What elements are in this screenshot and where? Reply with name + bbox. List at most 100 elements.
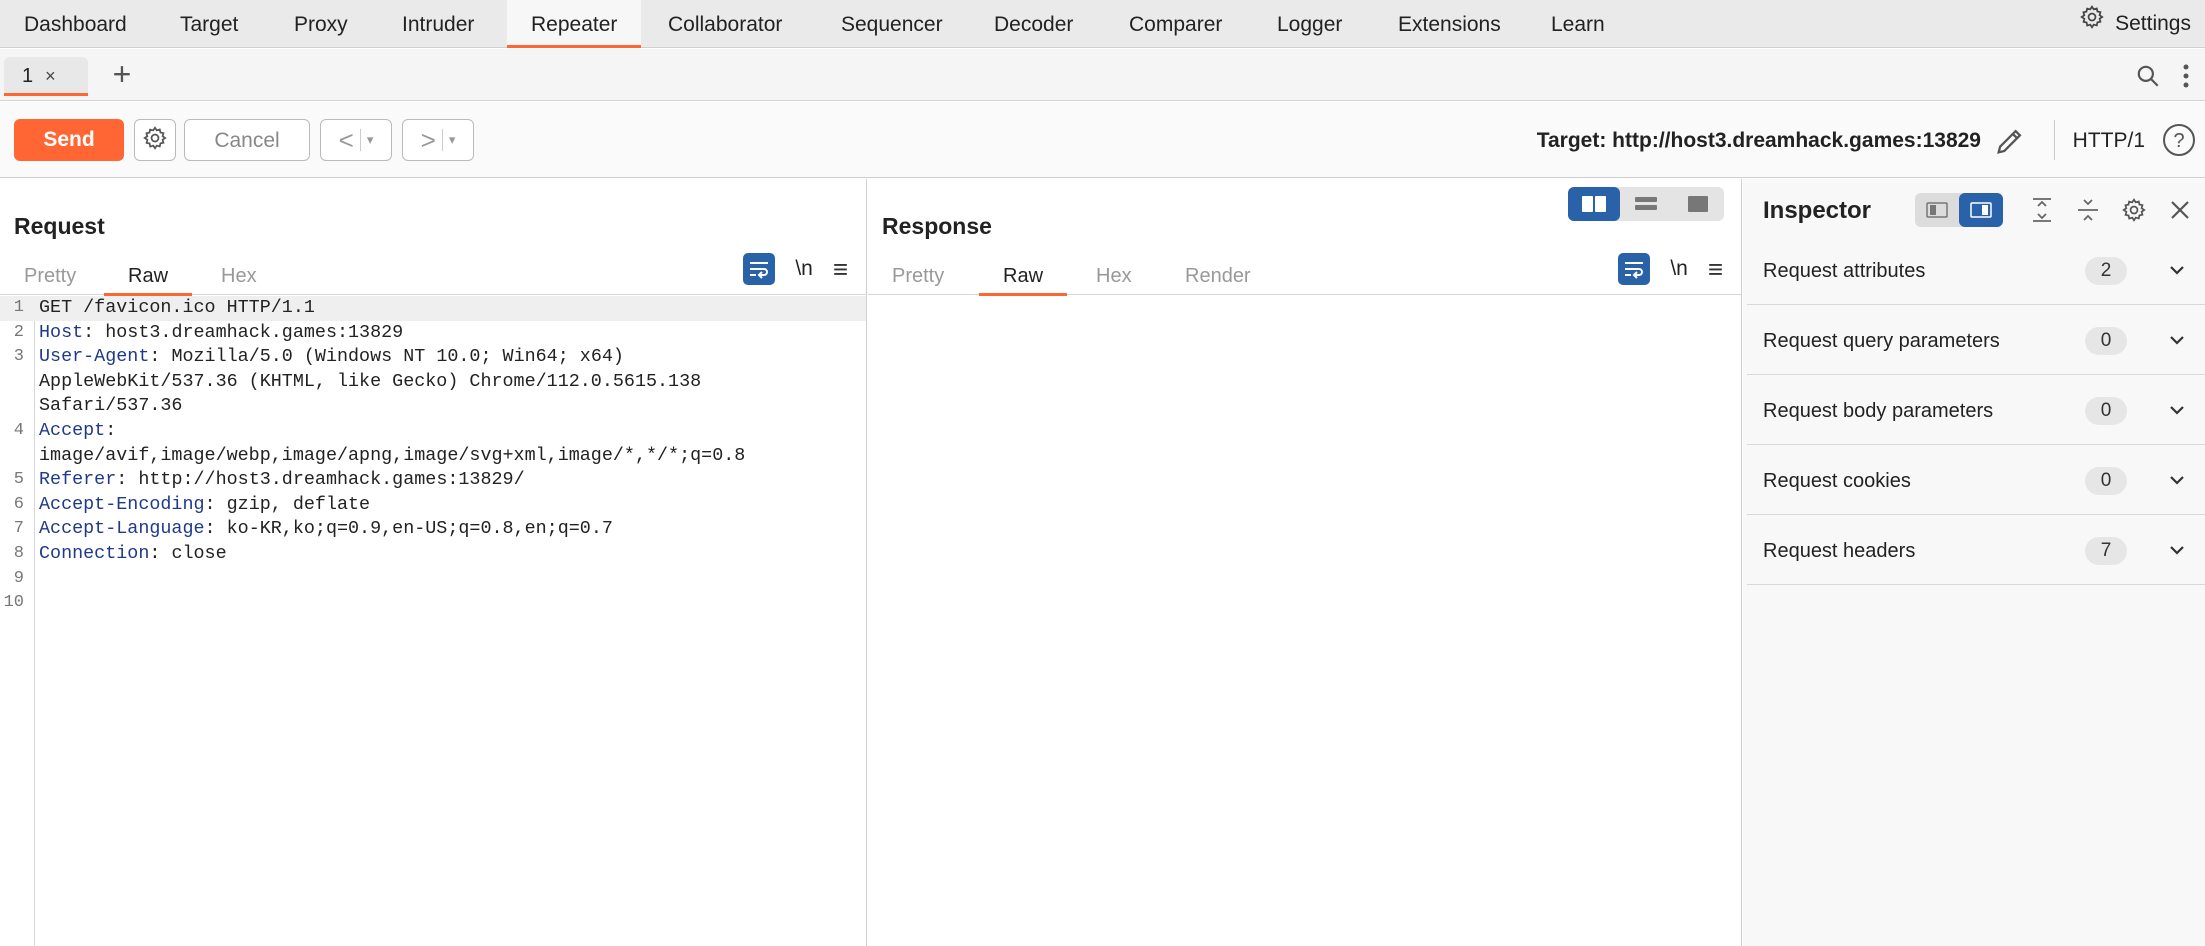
code-text: Accept: bbox=[39, 419, 116, 444]
line-number: 7 bbox=[13, 519, 24, 539]
inspector-section[interactable]: Request query parameters 0 bbox=[1747, 305, 2205, 375]
show-newlines-toggle[interactable]: \n bbox=[1670, 257, 1688, 281]
protocol-selector[interactable]: HTTP/1 bbox=[2073, 102, 2145, 178]
tab-response-render[interactable]: Render bbox=[1161, 259, 1275, 295]
add-tab-button[interactable]: + bbox=[104, 57, 140, 93]
code-line[interactable]: AppleWebKit/537.36 (KHTML, like Gecko) C… bbox=[0, 370, 866, 395]
chevron-down-icon[interactable] bbox=[2167, 470, 2187, 490]
settings-button[interactable]: Settings bbox=[2079, 0, 2191, 48]
inspector-layout-right-button[interactable] bbox=[1959, 193, 2003, 227]
more-options-icon[interactable] bbox=[2173, 59, 2199, 93]
layout-side-by-side-button[interactable] bbox=[1568, 187, 1620, 221]
nav-sequencer[interactable]: Sequencer bbox=[817, 0, 967, 48]
gear-icon[interactable] bbox=[2117, 193, 2151, 227]
chevron-down-icon[interactable] bbox=[2167, 330, 2187, 350]
code-line[interactable]: 8 Connection: close bbox=[0, 542, 866, 567]
tab-request-pretty[interactable]: Pretty bbox=[0, 259, 100, 295]
nav-intruder[interactable]: Intruder bbox=[378, 0, 498, 48]
line-number: 8 bbox=[13, 544, 24, 563]
chevron-down-icon[interactable] bbox=[2167, 400, 2187, 420]
inspector-layout-left-button[interactable] bbox=[1915, 193, 1959, 227]
inspector-section[interactable]: Request headers 7 bbox=[1747, 515, 2205, 585]
code-line[interactable]: 9 bbox=[0, 567, 866, 592]
cancel-button[interactable]: Cancel bbox=[184, 119, 310, 161]
tab-request-hex[interactable]: Hex bbox=[197, 259, 281, 295]
next-request-button[interactable]: > ▾ bbox=[402, 119, 474, 161]
request-tab-1[interactable]: 1 × bbox=[4, 57, 88, 96]
dropdown-icon[interactable]: ▾ bbox=[367, 132, 374, 148]
nav-decoder[interactable]: Decoder bbox=[970, 0, 1097, 48]
tab-response-hex[interactable]: Hex bbox=[1072, 259, 1156, 295]
response-title: Response bbox=[882, 213, 992, 239]
nav-collaborator[interactable]: Collaborator bbox=[644, 0, 806, 48]
close-icon[interactable] bbox=[2163, 193, 2197, 227]
line-number: 5 bbox=[13, 470, 24, 490]
nav-dashboard[interactable]: Dashboard bbox=[0, 0, 151, 48]
inspector-section[interactable]: Request attributes 2 bbox=[1747, 235, 2205, 305]
code-line[interactable]: 4 Accept: bbox=[0, 419, 866, 444]
expand-all-icon[interactable] bbox=[2025, 193, 2059, 227]
editor-menu-icon[interactable]: ≡ bbox=[833, 256, 848, 282]
line-number: 9 bbox=[13, 568, 24, 588]
code-line[interactable]: 5 Referer: http://host3.dreamhack.games:1… bbox=[0, 468, 866, 493]
inspector-layout-toggle bbox=[1915, 193, 2003, 227]
response-editor[interactable] bbox=[868, 296, 1741, 946]
tab-label: 1 bbox=[22, 65, 34, 87]
tab-response-raw[interactable]: Raw bbox=[979, 259, 1068, 296]
code-line[interactable]: 2 Host: host3.dreamhack.games:13829 bbox=[0, 321, 866, 346]
show-newlines-toggle[interactable]: \n bbox=[795, 257, 813, 281]
code-line[interactable]: 6 Accept-Encoding: gzip, deflate bbox=[0, 493, 866, 518]
word-wrap-toggle[interactable] bbox=[743, 253, 776, 285]
request-editor-tools: \n ≡ bbox=[743, 251, 848, 287]
line-number: 4 bbox=[13, 421, 24, 440]
response-editor-tools: \n ≡ bbox=[1618, 251, 1723, 287]
request-editor[interactable]: 1 GET /favicon.ico HTTP/1.1 2 Host: host3.d… bbox=[0, 296, 866, 946]
inspector-section[interactable]: Request body parameters 0 bbox=[1747, 375, 2205, 445]
nav-comparer[interactable]: Comparer bbox=[1105, 0, 1246, 48]
send-options-button[interactable] bbox=[134, 119, 176, 161]
code-line[interactable]: 3 User-Agent: Mozilla/5.0 (Windows NT 10.… bbox=[0, 345, 866, 370]
help-icon[interactable]: ? bbox=[2161, 122, 2197, 158]
count-badge: 7 bbox=[2085, 537, 2127, 565]
code-text: Connection: close bbox=[39, 542, 227, 567]
previous-request-button[interactable]: < ▾ bbox=[320, 119, 392, 161]
nav-learn[interactable]: Learn bbox=[1527, 0, 1629, 48]
search-icon[interactable] bbox=[2131, 59, 2165, 93]
close-tab-icon[interactable]: × bbox=[45, 66, 56, 86]
word-wrap-toggle[interactable] bbox=[1618, 253, 1651, 285]
layout-tabs-button[interactable] bbox=[1672, 187, 1724, 221]
code-line[interactable]: image/avif,image/webp,image/apng,image/s… bbox=[0, 444, 866, 469]
repeater-tab-bar: 1 × + bbox=[0, 49, 2205, 101]
nav-extensions[interactable]: Extensions bbox=[1374, 0, 1525, 48]
nav-repeater[interactable]: Repeater bbox=[507, 0, 642, 48]
nav-logger[interactable]: Logger bbox=[1253, 0, 1366, 48]
layout-toggle bbox=[1568, 187, 1724, 221]
nav-proxy[interactable]: Proxy bbox=[270, 0, 372, 48]
editor-menu-icon[interactable]: ≡ bbox=[1708, 256, 1723, 282]
chevron-down-icon[interactable] bbox=[2167, 540, 2187, 560]
code-text: User-Agent: Mozilla/5.0 (Windows NT 10.0… bbox=[39, 345, 624, 370]
dropdown-icon[interactable]: ▾ bbox=[449, 132, 456, 148]
code-text: Accept-Language: ko-KR,ko;q=0.9,en-US;q=… bbox=[39, 517, 613, 542]
response-view-tabs: Pretty Raw Hex Render bbox=[868, 259, 1741, 296]
send-button[interactable]: Send bbox=[14, 119, 124, 161]
nav-target[interactable]: Target bbox=[156, 0, 262, 48]
edit-target-icon[interactable] bbox=[1993, 124, 2027, 158]
layout-stacked-button[interactable] bbox=[1620, 187, 1672, 221]
section-label: Request headers bbox=[1763, 540, 1916, 562]
chevron-left-icon: < bbox=[338, 124, 354, 155]
code-text: Accept-Encoding: gzip, deflate bbox=[39, 493, 370, 518]
code-line[interactable]: 1 GET /favicon.ico HTTP/1.1 bbox=[0, 296, 866, 321]
code-line[interactable]: 7 Accept-Language: ko-KR,ko;q=0.9,en-US;q… bbox=[0, 517, 866, 542]
request-view-tabs: Pretty Raw Hex bbox=[0, 259, 866, 296]
code-line[interactable]: 10 bbox=[0, 591, 866, 616]
chevron-down-icon[interactable] bbox=[2167, 260, 2187, 280]
header-value: : host3.dreamhack.games:13829 bbox=[83, 321, 404, 343]
tab-request-raw[interactable]: Raw bbox=[104, 259, 193, 296]
code-line[interactable]: Safari/537.36 bbox=[0, 394, 866, 419]
tab-response-pretty[interactable]: Pretty bbox=[868, 259, 968, 295]
inspector-section[interactable]: Request cookies 0 bbox=[1747, 445, 2205, 515]
header-name: Host bbox=[39, 321, 84, 343]
collapse-all-icon[interactable] bbox=[2071, 193, 2105, 227]
inspector-pane: Inspector Request attributes 2 Request que… bbox=[1743, 179, 2205, 946]
